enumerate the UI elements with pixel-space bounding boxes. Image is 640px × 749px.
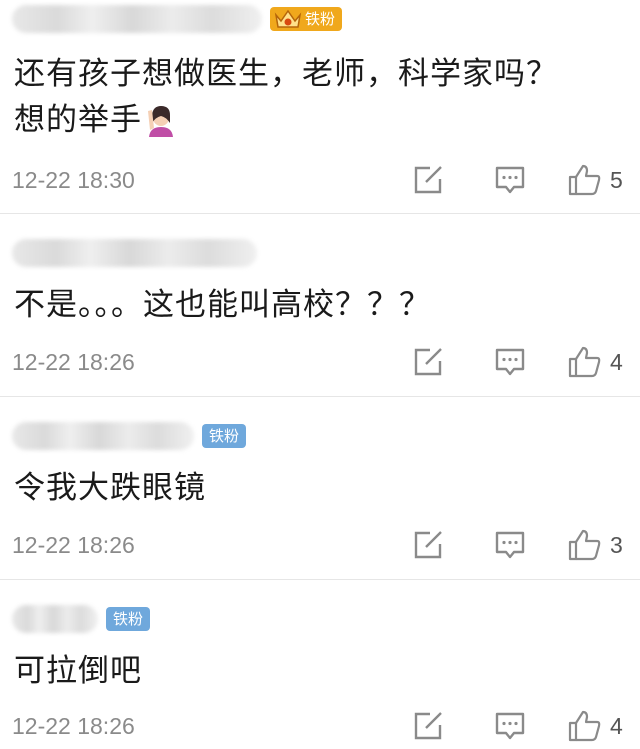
- comment-text-line: 不是。。。这也能叫高校？？？: [14, 287, 431, 323]
- like-button[interactable]: 4: [568, 346, 630, 378]
- share-button[interactable]: [408, 347, 448, 377]
- comment-header: [12, 236, 257, 270]
- comment-meta: 12-22 18:30 5: [12, 162, 630, 198]
- reply-button[interactable]: [490, 347, 530, 377]
- like-button[interactable]: 5: [568, 164, 630, 196]
- comment-text-line: 想的举手: [14, 102, 142, 138]
- thumbs-up-icon: [568, 346, 601, 378]
- divider: [0, 396, 640, 397]
- divider: [0, 579, 640, 580]
- share-button[interactable]: [408, 165, 448, 195]
- reply-button[interactable]: [490, 165, 530, 195]
- comment-header: 铁粉: [12, 2, 343, 36]
- comment-icon: [495, 531, 525, 559]
- badge-label: 铁粉: [305, 10, 336, 28]
- like-count: 5: [610, 166, 623, 193]
- share-button[interactable]: [408, 530, 448, 560]
- username-blurred[interactable]: [12, 239, 257, 267]
- comment-meta: 12-22 18:26 4: [12, 344, 630, 380]
- badge-label: 铁粉: [209, 427, 240, 445]
- reply-button[interactable]: [490, 711, 530, 741]
- comment-header: 铁粉: [12, 419, 247, 453]
- thumbs-up-icon: [568, 529, 601, 561]
- comment-actions: 3: [408, 527, 630, 563]
- share-edit-icon: [414, 712, 442, 740]
- comment-text-line: 令我大跌眼镜: [14, 470, 206, 506]
- comment-text-line: 可拉倒吧: [14, 653, 142, 689]
- badge-label: 铁粉: [113, 610, 144, 628]
- share-button[interactable]: [408, 711, 448, 741]
- comment-icon: [495, 712, 525, 740]
- username-blurred[interactable]: [12, 422, 194, 450]
- comment-actions: 4: [408, 344, 630, 380]
- raising-hand-emoji-icon: [148, 106, 173, 137]
- share-edit-icon: [414, 531, 442, 559]
- share-edit-icon: [414, 166, 442, 194]
- like-count: 3: [610, 531, 623, 558]
- like-button[interactable]: 4: [568, 710, 630, 742]
- divider: [0, 213, 640, 214]
- thumbs-up-icon: [568, 164, 601, 196]
- comment-text-line: 还有孩子想做医生，老师，科学家吗？: [14, 56, 558, 92]
- fan-badge[interactable]: 铁粉: [106, 607, 151, 631]
- comment-icon: [495, 348, 525, 376]
- comment-time: 12-22 18:26: [12, 348, 135, 375]
- comment-text: 还有孩子想做医生，老师，科学家吗？ 想的举手: [14, 51, 626, 143]
- comment-text: 令我大跌眼镜: [14, 465, 626, 511]
- comment-icon: [495, 166, 525, 194]
- username-blurred[interactable]: [12, 605, 98, 633]
- comment-text: 不是。。。这也能叫高校？？？: [14, 282, 626, 328]
- share-edit-icon: [414, 348, 442, 376]
- username-blurred[interactable]: [12, 5, 262, 33]
- comment-text: 可拉倒吧: [14, 648, 626, 694]
- comment-actions: 5: [408, 162, 630, 198]
- like-count: 4: [610, 348, 623, 375]
- like-button[interactable]: 3: [568, 529, 630, 561]
- comment-meta: 12-22 18:26 4: [12, 708, 630, 744]
- reply-button[interactable]: [490, 530, 530, 560]
- comment-time: 12-22 18:30: [12, 166, 135, 193]
- comment-actions: 4: [408, 708, 630, 744]
- fan-badge[interactable]: 铁粉: [202, 424, 247, 448]
- thumbs-up-icon: [568, 710, 601, 742]
- comment-time: 12-22 18:26: [12, 712, 135, 739]
- comment-meta: 12-22 18:26 3: [12, 527, 630, 563]
- crown-icon: [274, 9, 302, 28]
- like-count: 4: [610, 712, 623, 739]
- comment-time: 12-22 18:26: [12, 531, 135, 558]
- comment-text-line-2: 想的举手: [14, 97, 626, 143]
- comment-header: 铁粉: [12, 602, 151, 636]
- fan-badge[interactable]: 铁粉: [270, 7, 343, 31]
